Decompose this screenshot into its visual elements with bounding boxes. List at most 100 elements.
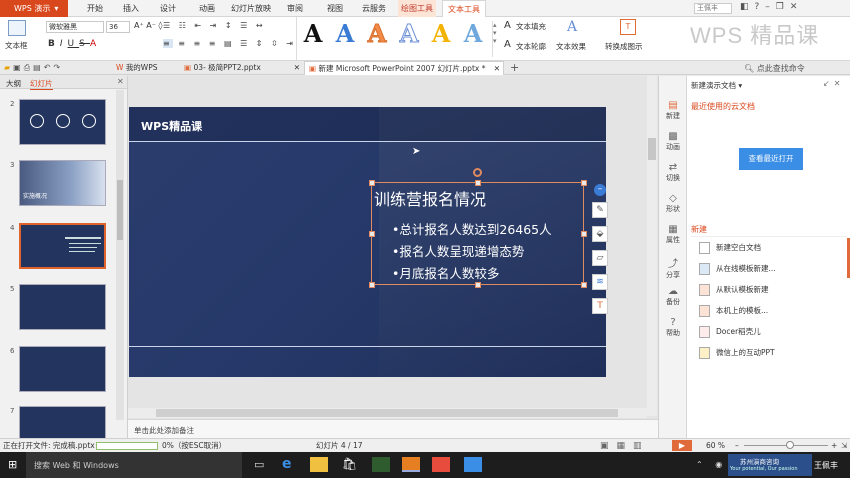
menu-item-8[interactable]: 绘图工具 bbox=[398, 0, 436, 17]
zoom-slider[interactable] bbox=[744, 441, 828, 449]
slide-thumbnail[interactable]: 实施概况 bbox=[19, 160, 106, 206]
slide-thumbnail[interactable] bbox=[19, 406, 106, 442]
wps-presentation-icon[interactable] bbox=[402, 457, 420, 472]
tab-my-wps[interactable]: W 我的WPS bbox=[112, 61, 178, 75]
close-icon[interactable]: ✕ bbox=[790, 2, 804, 12]
bullet-item[interactable]: •报名人数呈现递增态势 bbox=[392, 241, 552, 263]
app-icon-red[interactable] bbox=[432, 457, 450, 472]
wordart-style-6[interactable]: A bbox=[460, 21, 486, 47]
resize-handle[interactable] bbox=[369, 231, 375, 237]
italic-button[interactable]: I bbox=[60, 39, 68, 49]
tab-outline[interactable]: 大纲 bbox=[6, 78, 21, 89]
font-color-icon[interactable]: A bbox=[90, 39, 101, 49]
zoom-in-button[interactable]: + bbox=[831, 439, 837, 452]
zoom-out-button[interactable]: – bbox=[735, 439, 739, 452]
menu-item-3[interactable]: 动画 bbox=[192, 0, 222, 17]
font-name-select[interactable]: 微软雅黑 bbox=[46, 21, 104, 33]
textbox-icon[interactable] bbox=[8, 20, 26, 36]
selected-textbox[interactable]: 训练营报名情况 •总计报名人数达到26465人 •报名人数呈现递增态势 •月底报… bbox=[369, 168, 587, 288]
close-icon[interactable]: ✕ bbox=[294, 61, 300, 75]
close-icon[interactable]: ✕ bbox=[834, 79, 845, 88]
print-icon[interactable]: ⎙ bbox=[24, 63, 33, 72]
reading-view-icon[interactable]: ▥ bbox=[633, 441, 650, 451]
side-nav-share[interactable]: ⤴ 分享 bbox=[659, 255, 687, 280]
convert-graphic-icon[interactable]: T bbox=[620, 19, 636, 35]
slide-thumbnail[interactable] bbox=[19, 346, 106, 392]
explorer-icon[interactable] bbox=[310, 457, 328, 472]
menu-item-7[interactable]: 云服务 bbox=[356, 0, 392, 17]
menu-item-9[interactable]: 文本工具 bbox=[442, 0, 486, 17]
task-view-icon[interactable]: ▭ bbox=[254, 458, 264, 471]
normal-view-icon[interactable]: ▣ bbox=[600, 441, 617, 451]
text-tool-icon[interactable]: T bbox=[592, 298, 608, 314]
menu-item-0[interactable]: 开始 bbox=[80, 0, 110, 17]
wordart-style-4[interactable]: A bbox=[396, 20, 422, 47]
wordart-style-2[interactable]: A bbox=[332, 21, 358, 47]
taskbar-search-box[interactable]: 搜索 Web 和 Windows bbox=[26, 452, 242, 478]
layers-icon[interactable]: ≋ bbox=[592, 274, 608, 290]
sorter-view-icon[interactable]: ▦ bbox=[617, 441, 634, 451]
text-effect-button[interactable]: 文本效果 bbox=[556, 41, 586, 52]
menu-item-1[interactable]: 插入 bbox=[116, 0, 146, 17]
text-fill-button[interactable]: 文本填充 bbox=[516, 21, 546, 32]
command-search[interactable]: 🔍︎ 点此查找命令 bbox=[744, 63, 805, 74]
side-nav-new[interactable]: ▤ 新建 bbox=[659, 100, 687, 121]
wps-writer-icon[interactable] bbox=[464, 457, 482, 472]
skin-icon[interactable]: ◧ bbox=[740, 2, 755, 12]
edge-icon[interactable]: e bbox=[282, 456, 292, 472]
horizontal-scrollbar[interactable] bbox=[128, 408, 647, 418]
rotate-handle[interactable] bbox=[473, 168, 482, 177]
side-nav-shape[interactable]: ◇ 形状 bbox=[659, 193, 687, 214]
grow-shrink-font-icons[interactable]: A⁺ A⁻ ◊ bbox=[134, 21, 162, 30]
text-fill-icon[interactable]: A bbox=[504, 20, 514, 31]
new-option-item[interactable]: 微信上的互动PPT bbox=[699, 347, 775, 359]
menu-item-5[interactable]: 审阅 bbox=[280, 0, 310, 17]
text-effect-icon[interactable]: A bbox=[567, 19, 581, 35]
bullet-item[interactable]: •总计报名人数达到26465人 bbox=[392, 219, 552, 241]
new-option-item[interactable]: 从默认模板新建 bbox=[699, 284, 769, 296]
slide-title[interactable]: 训练营报名情况 bbox=[374, 186, 486, 210]
open-icon[interactable]: ▰ bbox=[4, 63, 13, 72]
resize-handle[interactable] bbox=[475, 282, 481, 288]
save-icon[interactable]: ▣ bbox=[13, 63, 24, 72]
new-option-item[interactable]: Docer稻壳儿 bbox=[699, 326, 761, 338]
preview-icon[interactable]: ▤ bbox=[33, 63, 44, 72]
new-option-item[interactable]: 从在线模板新建... bbox=[699, 263, 776, 275]
collapse-tools-icon[interactable]: – bbox=[594, 184, 606, 196]
scrollbar-thumb[interactable] bbox=[156, 409, 618, 417]
vertical-scrollbar[interactable] bbox=[647, 76, 657, 416]
outline-icon[interactable]: ▱ bbox=[592, 250, 608, 266]
wordart-more-icon[interactable]: ▴ ▾ ▾ bbox=[492, 21, 500, 57]
menu-item-4[interactable]: 幻灯片放映 bbox=[228, 0, 274, 17]
bullet-item[interactable]: •月底报名人数较多 bbox=[392, 263, 552, 285]
side-nav-backup[interactable]: ☁ 备份 bbox=[659, 286, 687, 307]
tab-doc-active[interactable]: ▣ 新建 Microsoft PowerPoint 2007 幻灯片.pptx … bbox=[304, 61, 504, 75]
edit-shape-icon[interactable]: ✎ bbox=[592, 202, 608, 218]
expand-icon[interactable]: ↙ bbox=[823, 79, 834, 88]
slide-4[interactable]: WPS精品课 训练营报名情况 •总计报名人数达到26465人 •报名人数呈现递增… bbox=[129, 107, 606, 377]
textbox-label[interactable]: 文本框 bbox=[5, 40, 28, 51]
new-option-item[interactable]: 新建空白文档 bbox=[699, 242, 761, 254]
help-icon[interactable]: ? bbox=[755, 2, 766, 12]
bullet-list[interactable]: •总计报名人数达到26465人 •报名人数呈现递增态势 •月底报名人数较多 bbox=[392, 219, 552, 285]
redo-icon[interactable]: ↷ bbox=[53, 63, 63, 72]
tab-slides[interactable]: 幻灯片 bbox=[30, 78, 53, 90]
resize-handle[interactable] bbox=[369, 282, 375, 288]
fit-window-icon[interactable]: ⇲ bbox=[841, 439, 847, 452]
pane-scrollbar[interactable] bbox=[116, 90, 124, 420]
resize-handle[interactable] bbox=[581, 180, 587, 186]
close-icon[interactable]: ✕ bbox=[117, 77, 124, 86]
align-icons[interactable]: ≡ ≡ ≡ ≡ ▤ ☰ ⇕ ⇳ ⇥ bbox=[163, 39, 296, 48]
store-icon[interactable]: 🛍︎ bbox=[342, 457, 357, 471]
convert-graphic-button[interactable]: 转换成图示 bbox=[605, 41, 643, 52]
underline-button[interactable]: U bbox=[68, 39, 80, 49]
app-icon-green[interactable] bbox=[372, 457, 390, 472]
scrollbar-thumb[interactable] bbox=[648, 138, 656, 160]
resize-handle[interactable] bbox=[475, 180, 481, 186]
side-nav-properties[interactable]: ▦ 属性 bbox=[659, 224, 687, 245]
paragraph-list-icons[interactable]: ☰ ☷ ⇤ ⇥ ↕ ☰ ↔ bbox=[163, 21, 266, 30]
view-recent-button[interactable]: 查看最近打开 bbox=[739, 148, 803, 170]
new-tab-button[interactable]: + bbox=[510, 61, 519, 74]
zoom-slider-knob[interactable] bbox=[786, 441, 795, 449]
resize-handle[interactable] bbox=[369, 180, 375, 186]
